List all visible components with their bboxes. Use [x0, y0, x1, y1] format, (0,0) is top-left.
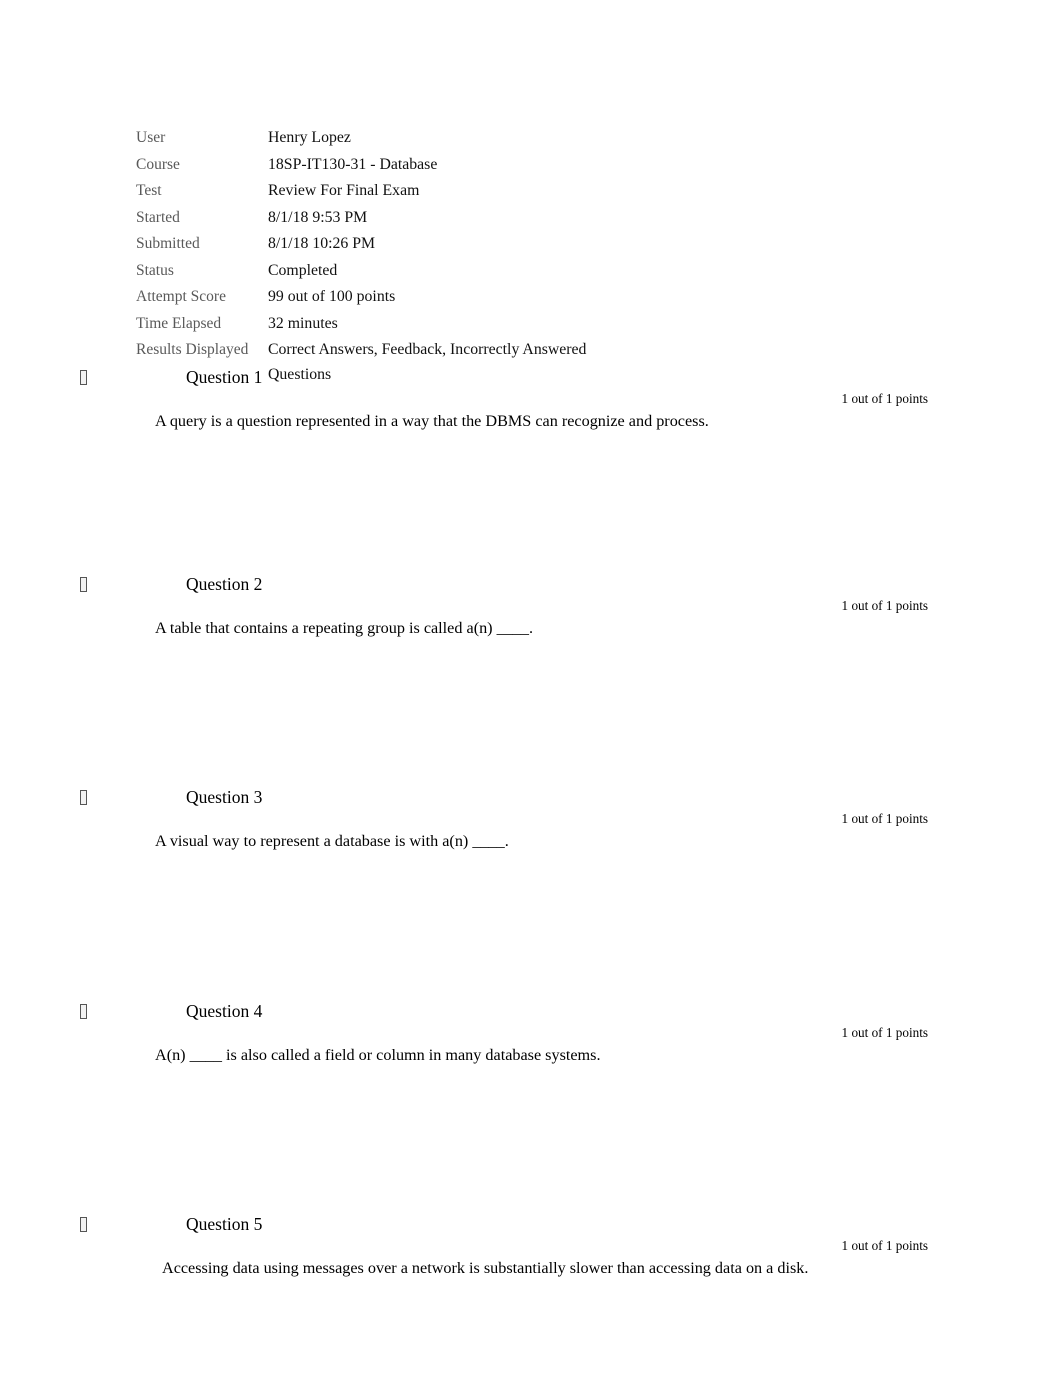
summary-row-test: Test Review For Final Exam	[136, 179, 836, 204]
question-title: Question 5	[186, 1214, 263, 1234]
summary-row-status: Status Completed	[136, 259, 836, 284]
summary-label-results-displayed: Results Displayed	[136, 341, 249, 358]
summary-label-user: User	[136, 129, 166, 146]
summary-label-submitted: Submitted	[136, 235, 200, 252]
summary-row-time-elapsed: Time Elapsed 32 minutes	[136, 312, 836, 337]
question-text: A table that contains a repeating group …	[155, 619, 534, 637]
summary-value-submitted: 8/1/18 10:26 PM	[268, 235, 376, 252]
question-title: Question 1	[186, 367, 263, 387]
summary-value-status: Completed	[268, 261, 338, 279]
missing-glyph-box-icon	[80, 370, 87, 385]
missing-glyph-box-icon	[80, 1004, 87, 1019]
summary-value-attempt-score: 99 out of 100 points	[268, 288, 396, 305]
summary-value-test: Review For Final Exam	[268, 182, 420, 199]
summary-row-user: User Henry Lopez	[136, 126, 836, 151]
summary-value-course: 18SP-IT130-31 - Database	[268, 155, 438, 173]
question-title: Question 4	[186, 1001, 263, 1021]
question-text: Accessing data using messages over a net…	[162, 1259, 809, 1277]
summary-label-attempt-score: Attempt Score	[136, 288, 226, 305]
question-title: Question 3	[186, 787, 263, 807]
summary-label-time-elapsed: Time Elapsed	[136, 314, 222, 332]
question-text: A visual way to represent a database is …	[155, 832, 509, 850]
missing-glyph-box-icon	[80, 1217, 87, 1232]
summary-value-user: Henry Lopez	[268, 129, 351, 146]
summary-row-submitted: Submitted 8/1/18 10:26 PM	[136, 232, 836, 257]
summary-label-course: Course	[136, 155, 180, 173]
attempt-summary: User Henry Lopez Course 18SP-IT130-31 - …	[136, 126, 836, 389]
test-review-page: User Henry Lopez Course 18SP-IT130-31 - …	[0, 0, 1062, 1377]
summary-label-status: Status	[136, 261, 174, 279]
missing-glyph-box-icon	[80, 790, 87, 805]
question-points: 1 out of 1 points	[841, 1238, 928, 1253]
question-points: 1 out of 1 points	[841, 598, 928, 613]
summary-value-started: 8/1/18 9:53 PM	[268, 208, 368, 226]
summary-row-attempt-score: Attempt Score 99 out of 100 points	[136, 285, 836, 310]
summary-label-test: Test	[136, 182, 162, 199]
question-points: 1 out of 1 points	[841, 1025, 928, 1040]
question-title: Question 2	[186, 574, 263, 594]
summary-row-started: Started 8/1/18 9:53 PM	[136, 206, 836, 231]
summary-row-course: Course 18SP-IT130-31 - Database	[136, 153, 836, 178]
question-points: 1 out of 1 points	[841, 391, 928, 406]
missing-glyph-box-icon	[80, 577, 87, 592]
summary-value-results-displayed: Correct Answers, Feedback, Incorrectly A…	[268, 341, 587, 383]
question-text: A query is a question represented in a w…	[155, 412, 709, 430]
question-text: A(n) ____ is also called a field or colu…	[155, 1046, 601, 1064]
summary-label-started: Started	[136, 208, 180, 226]
summary-value-time-elapsed: 32 minutes	[268, 314, 338, 332]
question-points: 1 out of 1 points	[841, 811, 928, 826]
